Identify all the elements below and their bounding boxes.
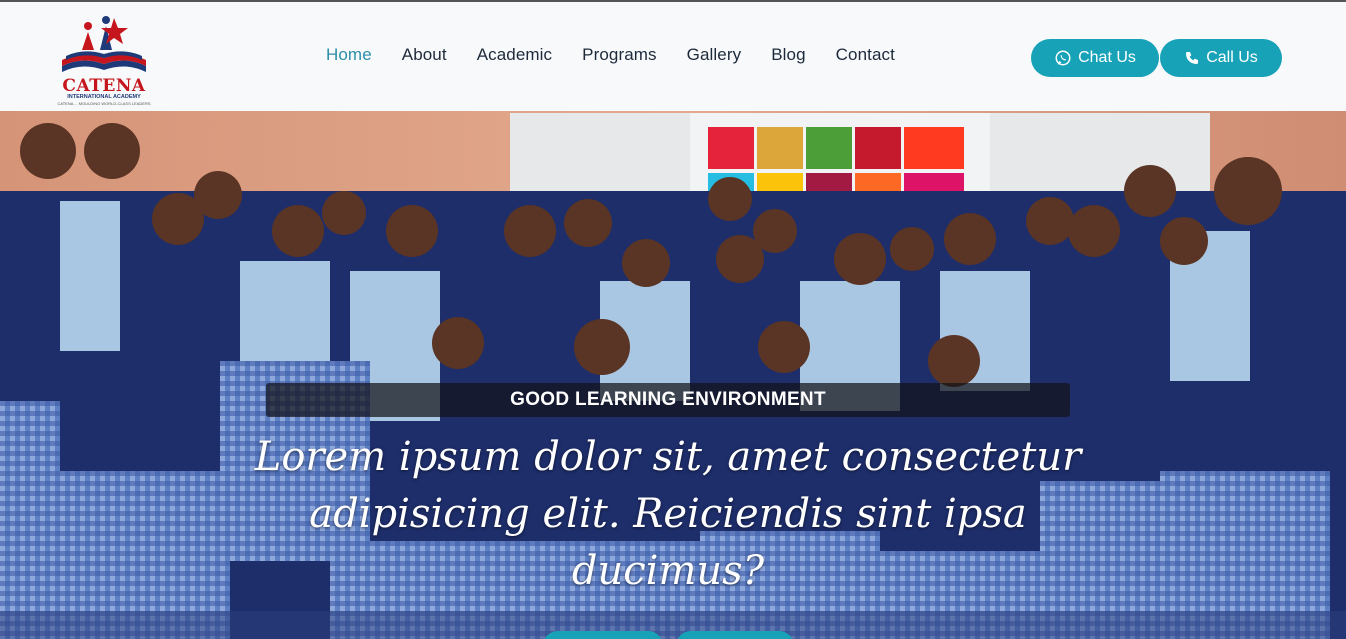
nav-item-gallery[interactable]: Gallery [687, 45, 742, 65]
chat-us-label: Chat Us [1078, 49, 1136, 66]
phone-icon [1186, 52, 1199, 64]
nav-item-home[interactable]: Home [326, 45, 372, 65]
whatsapp-icon [1055, 50, 1071, 66]
nav-item-about[interactable]: About [402, 45, 447, 65]
hero-banner: GOOD LEARNING ENVIRONMENT Lorem ipsum do… [0, 111, 1346, 639]
hero-secondary-button[interactable] [676, 631, 794, 639]
brand-tagline: CATENA ... MOULDING WORLD-CLASS LEADERS [57, 101, 151, 106]
call-us-label: Call Us [1206, 49, 1258, 66]
nav-item-programs[interactable]: Programs [582, 45, 657, 65]
hero-headline: Lorem ipsum dolor sit, amet consectetur … [254, 434, 1082, 594]
nav-item-blog[interactable]: Blog [771, 45, 805, 65]
hero-primary-button[interactable] [543, 631, 663, 639]
hero-badge: GOOD LEARNING ENVIRONMENT [266, 383, 1070, 417]
nav-item-academic[interactable]: Academic [477, 45, 552, 65]
brand-name: CATENA [62, 76, 146, 96]
chat-us-button[interactable]: Chat Us [1031, 39, 1159, 77]
nav-item-contact[interactable]: Contact [836, 45, 895, 65]
brand-subtitle: INTERNATIONAL ACADEMY [67, 94, 141, 100]
navbar: CATENA INTERNATIONAL ACADEMY CATENA ... … [0, 2, 1346, 111]
call-us-button[interactable]: Call Us [1160, 39, 1282, 77]
main-nav: Home About Academic Programs Gallery Blo… [326, 45, 925, 65]
